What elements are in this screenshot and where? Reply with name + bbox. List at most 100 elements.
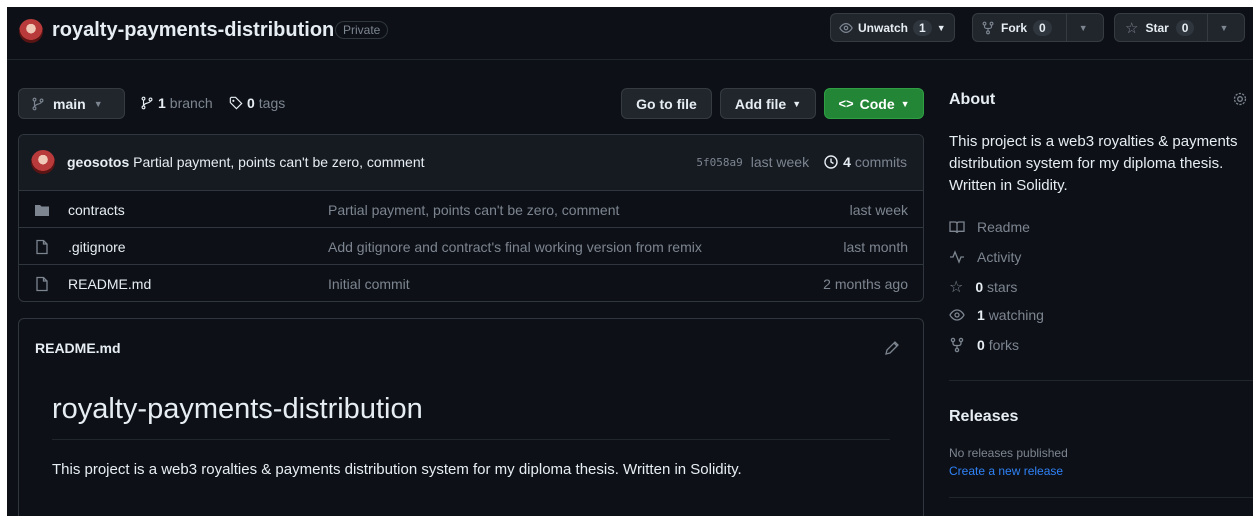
create-release-link[interactable]: Create a new release — [949, 464, 1063, 478]
about-description: This project is a web3 royalties & payme… — [949, 133, 1238, 194]
unwatch-label: Unwatch — [858, 20, 909, 35]
header-divider — [7, 59, 1253, 60]
readme-filename[interactable]: README.md — [35, 340, 121, 356]
gear-icon[interactable] — [1232, 91, 1248, 107]
branches-count: 1 — [158, 95, 166, 111]
sidebar-divider — [949, 380, 1253, 381]
file-age: last week — [849, 202, 908, 218]
commit-summary: geosotos Partial payment, points can't b… — [67, 154, 425, 170]
author-avatar — [31, 150, 55, 174]
forks-link[interactable]: 0 forks — [949, 337, 1019, 353]
file-name[interactable]: .gitignore — [68, 239, 126, 255]
latest-commit-bar: geosotos Partial payment, points can't b… — [19, 135, 923, 190]
star-label: Star — [1145, 20, 1169, 35]
stars-count: 0 — [975, 279, 984, 295]
activity-label: Activity — [977, 249, 1022, 265]
caret-down-icon: ▼ — [900, 98, 910, 109]
star-button[interactable]: ☆ Star 0 ▼ — [1114, 13, 1245, 42]
fork-icon — [981, 21, 995, 35]
file-name[interactable]: README.md — [68, 276, 151, 292]
add-file-label: Add file — [734, 95, 787, 112]
branches-link[interactable]: 1 branch — [140, 95, 213, 111]
about-title: About — [949, 91, 996, 108]
caret-down-icon: ▼ — [792, 98, 802, 109]
eye-icon — [949, 307, 965, 323]
caret-down-icon[interactable]: ▼ — [1219, 23, 1228, 33]
readme-label: Readme — [977, 219, 1030, 235]
folder-icon — [34, 202, 50, 218]
code-icon: <> — [838, 96, 854, 111]
commit-sha[interactable]: 5f058a9 — [696, 156, 742, 169]
activity-link[interactable]: Activity — [949, 249, 1021, 265]
commits-count: 4 — [843, 154, 851, 170]
releases-title[interactable]: Releases — [949, 408, 1018, 426]
tags-count: 0 — [247, 95, 255, 111]
file-row[interactable]: contracts Partial payment, points can't … — [18, 190, 924, 227]
file-age: 2 months ago — [823, 276, 908, 292]
code-label: Code — [859, 95, 895, 112]
history-icon — [823, 154, 839, 170]
file-icon — [34, 276, 50, 292]
watching-link[interactable]: 1 watching — [949, 307, 1044, 323]
fork-divider — [1065, 14, 1067, 41]
commit-message[interactable]: Partial payment, points can't be zero, c… — [133, 154, 424, 170]
eye-icon — [839, 21, 853, 35]
stars-link[interactable]: ☆ 0 stars — [949, 277, 1017, 297]
file-commit-message[interactable]: Initial commit — [328, 276, 410, 292]
readme-heading: royalty-payments-distribution — [52, 393, 423, 425]
file-commit-message[interactable]: Add gitignore and contract's final worki… — [328, 239, 702, 255]
pencil-icon[interactable] — [884, 340, 900, 356]
file-row[interactable]: README.md Initial commit 2 months ago — [18, 264, 924, 301]
star-count: 0 — [1175, 19, 1195, 36]
star-icon: ☆ — [949, 279, 964, 296]
commit-age: last week — [750, 154, 810, 170]
branch-icon — [140, 96, 154, 110]
watching-label: watching — [988, 307, 1044, 323]
file-age: last month — [843, 239, 908, 255]
caret-down-icon: ▼ — [93, 98, 103, 109]
sidebar-divider — [949, 497, 1253, 498]
stars-label: stars — [987, 279, 1018, 295]
file-icon — [34, 239, 50, 255]
tags-link[interactable]: 0 tags — [229, 95, 285, 111]
go-to-file-button[interactable]: Go to file — [621, 88, 712, 119]
forks-label: forks — [988, 337, 1020, 353]
history-link[interactable]: 4 commits — [823, 154, 907, 170]
book-icon — [949, 219, 965, 235]
commits-label: commits — [854, 154, 907, 170]
fork-label: Fork — [1001, 20, 1028, 35]
file-name[interactable]: contracts — [68, 202, 125, 218]
star-divider — [1207, 14, 1209, 41]
add-file-button[interactable]: Add file ▼ — [720, 88, 816, 119]
repo-avatar — [19, 19, 43, 43]
readme-heading-rule — [52, 439, 890, 440]
caret-down-icon: ▼ — [936, 22, 946, 33]
code-button[interactable]: <> Code ▼ — [824, 88, 924, 119]
fork-button[interactable]: Fork 0 ▼ — [972, 13, 1104, 42]
github-repo-page: royalty-payments-distribution Private Un… — [7, 7, 1253, 516]
tag-icon — [229, 96, 243, 110]
commit-meta: 5f058a9 last week 4 commits — [696, 154, 907, 170]
fork-count: 0 — [1033, 19, 1052, 36]
unwatch-button[interactable]: Unwatch 1 ▼ — [830, 13, 955, 42]
readme-link[interactable]: Readme — [949, 219, 1030, 235]
repo-name[interactable]: royalty-payments-distribution — [52, 19, 334, 42]
fork-icon — [949, 337, 965, 353]
branch-name: main — [53, 95, 86, 112]
file-commit-message[interactable]: Partial payment, points can't be zero, c… — [328, 202, 619, 218]
forks-count: 0 — [977, 337, 985, 353]
file-row[interactable]: .gitignore Add gitignore and contract's … — [18, 227, 924, 264]
branch-icon — [31, 97, 45, 111]
pulse-icon — [949, 249, 965, 265]
commit-author[interactable]: geosotos — [67, 154, 129, 170]
visibility-badge: Private — [335, 21, 389, 39]
branch-select-button[interactable]: main ▼ — [18, 88, 125, 119]
readme-body: This project is a web3 royalties & payme… — [52, 461, 742, 478]
branches-label: branch — [169, 95, 213, 111]
watching-count: 1 — [977, 307, 985, 323]
caret-down-icon[interactable]: ▼ — [1079, 23, 1088, 33]
tags-label: tags — [258, 95, 286, 111]
star-icon: ☆ — [1125, 19, 1139, 37]
unwatch-count: 1 — [913, 19, 932, 36]
readme-box: README.md royalty-payments-distribution … — [18, 318, 924, 516]
